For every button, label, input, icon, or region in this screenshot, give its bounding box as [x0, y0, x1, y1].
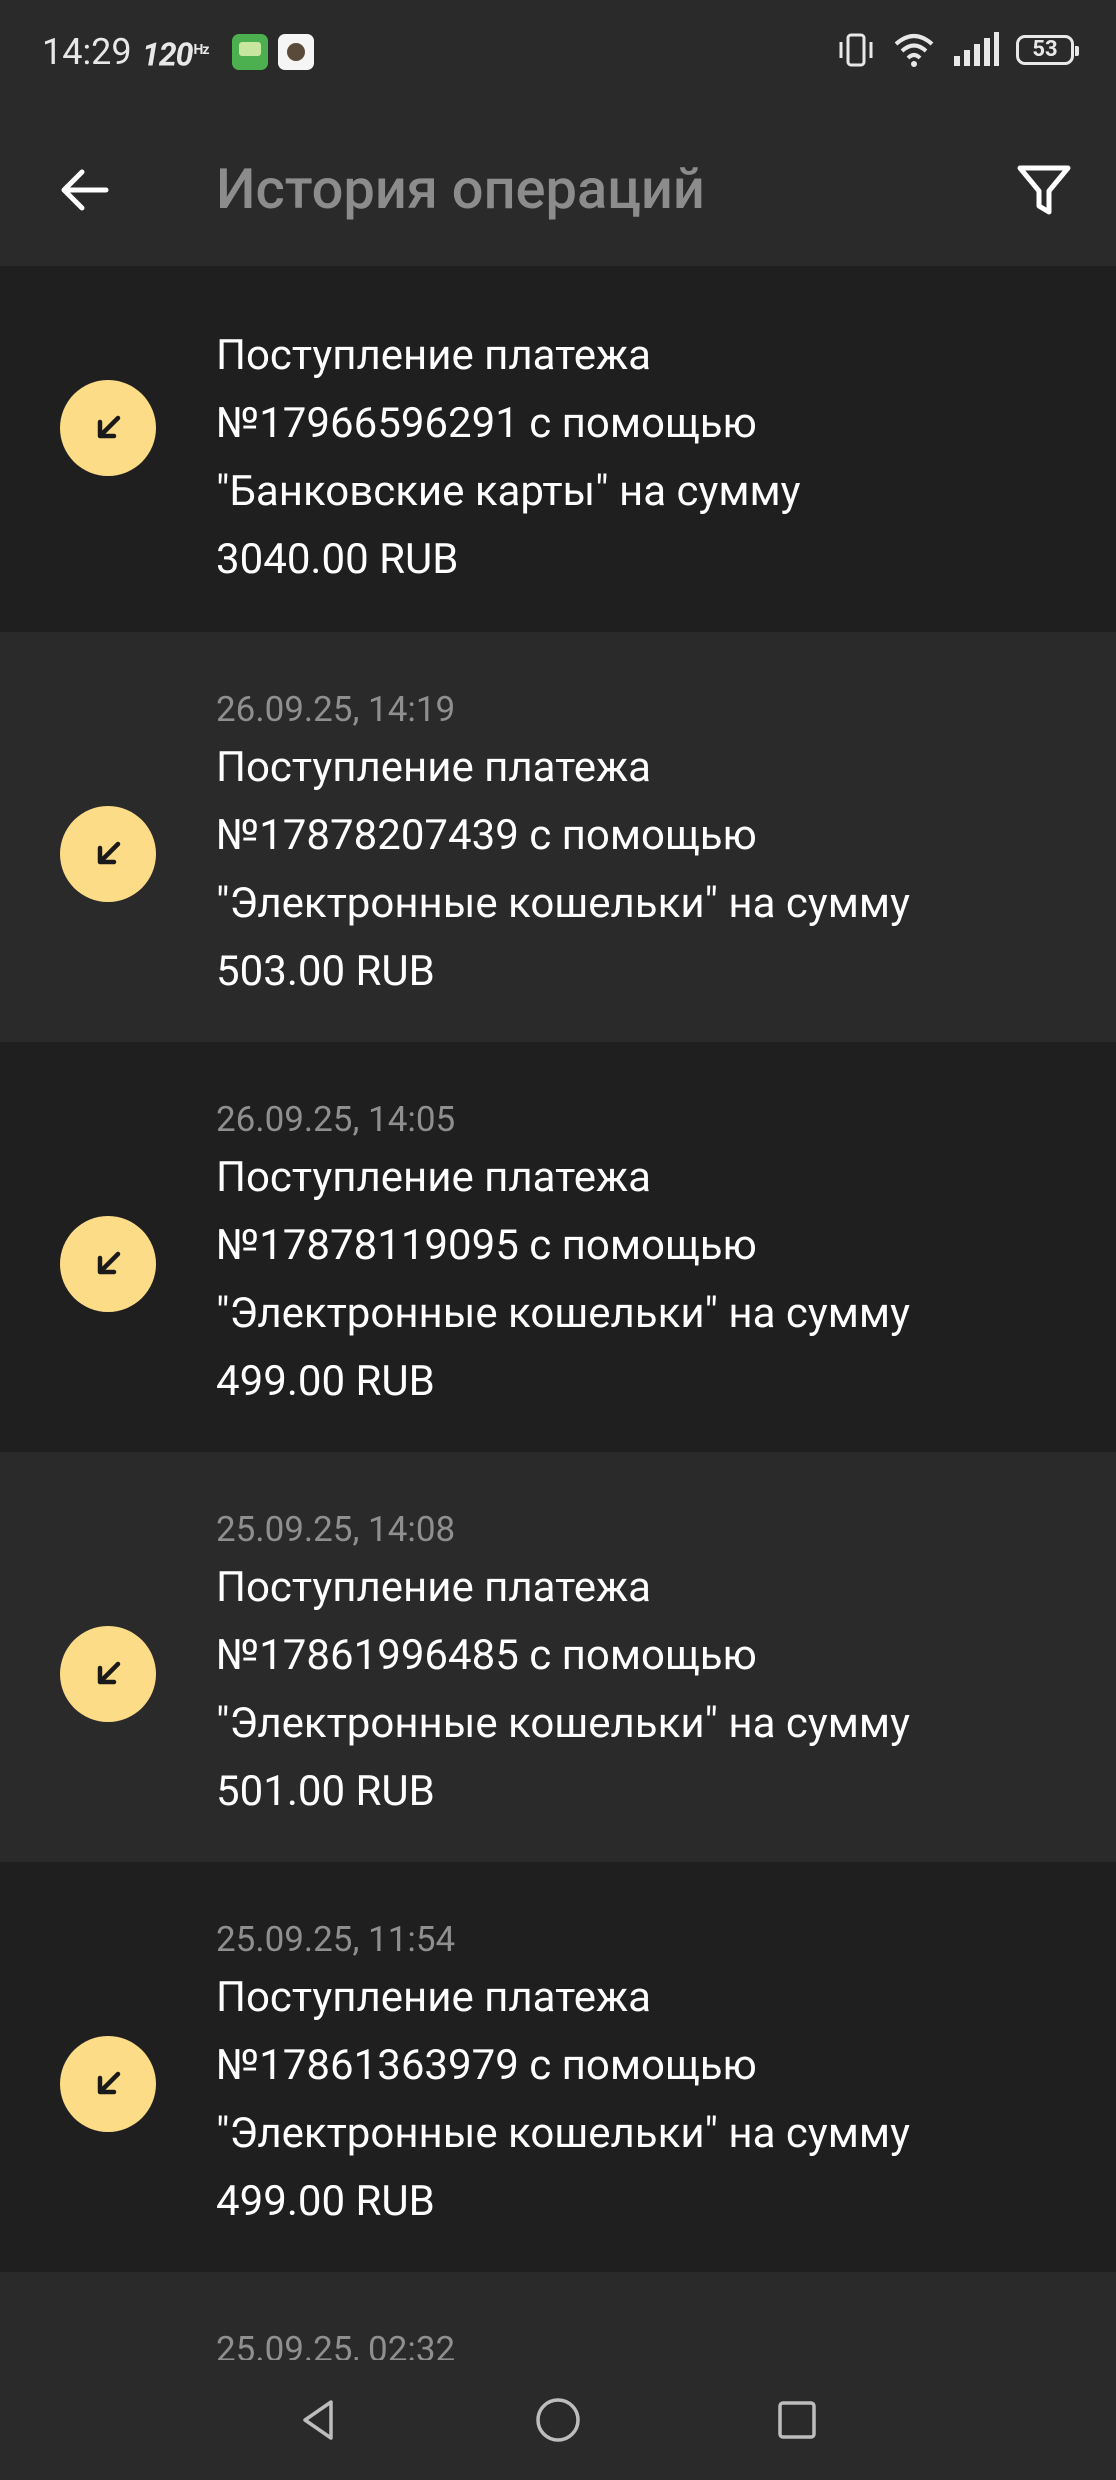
system-nav-bar: [0, 2360, 1116, 2480]
operation-text: 26.09.25, 14:19 Поступление платежа №178…: [216, 688, 1086, 1006]
operation-text: 25.09.25, 14:08 Поступление платежа №178…: [216, 1508, 1086, 1826]
battery-level: 53: [1032, 37, 1058, 62]
incoming-payment-icon: [60, 380, 156, 476]
incoming-payment-icon: [60, 2036, 156, 2132]
operation-description: Поступление платежа №17878207439 с помощ…: [216, 743, 910, 996]
operation-date: 26.09.25, 14:19: [216, 689, 456, 730]
arrow-down-left-icon: [97, 2071, 121, 2095]
operation-text: 26.09.25, 14:05 Поступление платежа №178…: [216, 1098, 1086, 1416]
operation-description: Поступление платежа №17861996485 с помощ…: [216, 1563, 910, 1816]
list-item[interactable]: Поступление платежа №17966596291 с помощ…: [0, 266, 1116, 632]
list-item[interactable]: 26.09.25, 14:05 Поступление платежа №178…: [0, 1042, 1116, 1452]
list-item[interactable]: 26.09.25, 14:19 Поступление платежа №178…: [0, 632, 1116, 1042]
list-item[interactable]: 25.09.25, 11:54 Поступление платежа №178…: [0, 1862, 1116, 2272]
filter-icon: [1017, 165, 1071, 215]
incoming-payment-icon: [60, 1216, 156, 1312]
refresh-rate-unit: Hz: [193, 42, 209, 58]
operation-date: 25.09.25, 14:08: [216, 1509, 456, 1550]
home-circle-icon: [536, 2398, 580, 2442]
nav-home-button[interactable]: [516, 2378, 600, 2462]
wifi-icon: [894, 34, 934, 67]
refresh-rate-value: 120: [142, 35, 193, 74]
arrow-down-left-icon: [97, 841, 121, 865]
arrow-down-left-icon: [97, 1251, 121, 1275]
list-item[interactable]: 25.09.25, 14:08 Поступление платежа №178…: [0, 1452, 1116, 1862]
vibrate-icon: [839, 33, 873, 67]
back-triangle-icon: [303, 2400, 334, 2440]
operation-description: Поступление платежа №17861363979 с помощ…: [216, 1973, 910, 2226]
battery-icon: 53: [1016, 35, 1079, 65]
notification-app-icon-2: [278, 34, 314, 70]
notification-app-icon: [232, 34, 268, 70]
filter-button[interactable]: [1002, 148, 1086, 232]
operation-text: 25.09.25, 11:54 Поступление платежа №178…: [216, 1918, 1086, 2236]
operation-description: Поступление платежа №17878119095 с помощ…: [216, 1153, 910, 1406]
operations-list: Поступление платежа №17966596291 с помощ…: [0, 266, 1116, 2372]
operation-description: Поступление платежа №17966596291 с помощ…: [216, 331, 801, 584]
operation-date: 26.09.25, 14:05: [216, 1099, 456, 1140]
arrow-down-left-icon: [97, 415, 121, 439]
nav-back-button[interactable]: [277, 2378, 361, 2462]
operation-date: 25.09.25, 11:54: [216, 1919, 456, 1960]
status-icons: 53: [836, 28, 1079, 72]
arrow-down-left-icon: [97, 1661, 121, 1685]
recents-square-icon: [777, 2401, 816, 2439]
signal-icon: [954, 32, 999, 66]
status-time: 14:29: [42, 31, 132, 73]
page-title: История операций: [216, 156, 705, 222]
incoming-payment-icon: [60, 1626, 156, 1722]
back-button[interactable]: [42, 148, 126, 232]
nav-recents-button[interactable]: [755, 2378, 839, 2462]
status-bar: 14:29 120Hz 53: [0, 0, 1116, 104]
refresh-rate-indicator: 120Hz: [142, 28, 209, 77]
arrow-left-icon: [61, 169, 109, 211]
list-item[interactable]: 25.09.25, 02:32: [0, 2272, 1116, 2372]
incoming-payment-icon: [60, 806, 156, 902]
operation-text: Поступление платежа №17966596291 с помощ…: [216, 320, 1086, 594]
app-header: История операций: [0, 104, 1116, 266]
